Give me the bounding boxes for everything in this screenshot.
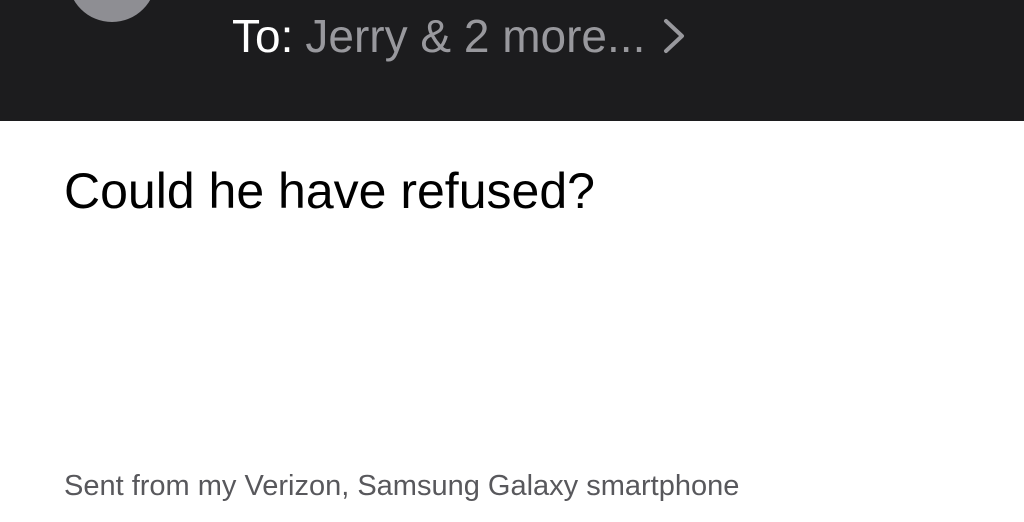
recipients-summary[interactable]: Jerry & 2 more...: [305, 9, 645, 63]
recipients-row[interactable]: To: Jerry & 2 more...: [232, 8, 687, 64]
message-body: Could he have refused?: [64, 163, 595, 219]
chevron-right-icon[interactable]: [661, 16, 687, 56]
to-label: To:: [232, 10, 294, 62]
sender-avatar[interactable]: [68, 0, 156, 22]
message-signature: Sent from my Verizon, Samsung Galaxy sma…: [64, 470, 740, 502]
message-header: To: Jerry & 2 more...: [0, 0, 1024, 121]
